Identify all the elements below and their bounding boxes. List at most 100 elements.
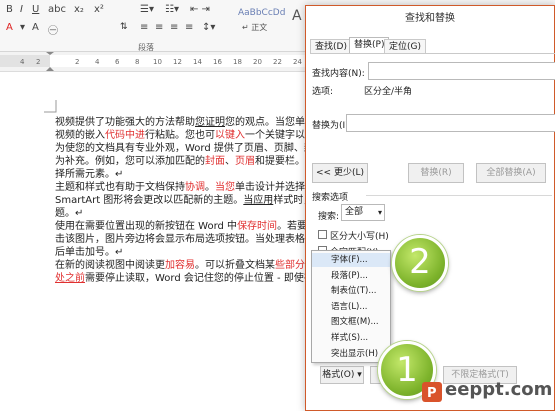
format-menu-item[interactable]: 段落(P)...	[312, 269, 390, 283]
bold-icon[interactable]: B	[6, 4, 13, 15]
style-normal[interactable]: AaBbCcDd ↵ 正文	[236, 4, 286, 34]
find-label: 查找内容(N):	[312, 69, 365, 79]
text-run: 保存时间	[237, 221, 278, 232]
format-menu-item[interactable]: 样式(S)...	[312, 331, 390, 345]
search-direction-value: 全部	[345, 207, 364, 217]
svg-text:4: 4	[95, 58, 100, 66]
document-line: 视频的嵌入代码中进行粘贴。您也可以键入一个关键字以联机	[55, 129, 325, 142]
text-run: 代码中进	[105, 130, 145, 141]
text-run: 您证明	[195, 117, 225, 128]
powerpoint-p-icon: P	[422, 382, 442, 402]
svg-text:2: 2	[36, 58, 40, 66]
margin-corner-mark	[44, 100, 57, 113]
options-label: 选项:	[312, 87, 334, 97]
format-button[interactable]: 格式(O) ▾	[320, 366, 364, 384]
text-run: 以键入	[215, 130, 245, 141]
svg-text:10: 10	[153, 58, 162, 66]
text-run: 加容易	[165, 260, 195, 271]
char-shading-icon[interactable]: A	[32, 22, 39, 33]
text-run: 使用在需要位置出现的新按钮在 Word 中	[55, 221, 238, 232]
options-value: 区分全/半角	[364, 87, 413, 97]
document-line: SmartArt 图形将会更改以匹配新的主题。当应用样式时，您的	[55, 194, 333, 207]
match-case-checkbox[interactable]	[318, 230, 327, 239]
text-run: 页眉	[235, 156, 255, 167]
document-line: 视频提供了功能强大的方法帮助您证明您的观点。当您单击联	[55, 116, 325, 129]
align-center-icon[interactable]: ≡	[155, 22, 163, 33]
document-line: 击该图片，图片旁边将会显示布局选项按钮。当处理表格时，	[55, 233, 325, 246]
text-run: 需要停止读取，Word 会记住您的停止位置 - 即使在另	[85, 273, 324, 284]
document-line: 处之前需要停止读取，Word 会记住您的停止位置 - 即使在另	[55, 272, 324, 285]
svg-text:12: 12	[173, 58, 182, 66]
replace-all-button[interactable]: 全部替换(A)	[476, 163, 546, 183]
tab-goto[interactable]: 定位(G)	[384, 39, 426, 54]
find-input[interactable]	[368, 62, 555, 80]
text-run: 题。↵	[55, 208, 84, 219]
search-direction-select[interactable]: 全部 ▾	[341, 204, 385, 221]
text-run: 视频提供了功能强大的方法帮助	[55, 117, 195, 128]
superscript-icon[interactable]: x²	[94, 4, 104, 15]
font-color-icon[interactable]: A	[6, 22, 13, 33]
document-line: 题。↵	[55, 207, 83, 220]
text-run: 、	[225, 156, 235, 167]
justify-icon[interactable]: ≡	[185, 22, 193, 33]
format-menu-item[interactable]: 语言(L)...	[312, 300, 390, 314]
tab-divider	[310, 53, 555, 54]
italic-icon[interactable]: I	[20, 4, 23, 15]
underline-icon[interactable]: U	[32, 4, 39, 15]
text-run: 协调	[185, 182, 205, 193]
numbering-icon[interactable]: ☷▾	[165, 4, 179, 15]
svg-text:18: 18	[233, 58, 242, 66]
watermark-text: eeppt.com	[445, 379, 553, 400]
style-normal-name: ↵ 正文	[242, 23, 268, 32]
document-line: 择所需元素。↵	[55, 168, 123, 181]
svg-text:16: 16	[213, 58, 222, 66]
enclose-char-icon[interactable]: ㊀	[48, 22, 58, 37]
text-run: SmartArt 图形将会更改以匹配新的主题。	[55, 195, 244, 206]
tab-find[interactable]: 查找(D)	[310, 39, 352, 54]
align-right-icon[interactable]: ≡	[170, 22, 178, 33]
format-menu-item[interactable]: 字体(F)...	[312, 253, 390, 267]
text-run: 当应用	[243, 195, 274, 206]
format-menu-item[interactable]: 图文框(M)...	[312, 315, 390, 329]
svg-text:6: 6	[115, 58, 120, 66]
watermark: P eeppt.com	[421, 377, 552, 407]
less-button[interactable]: << 更少(L)	[312, 163, 368, 183]
svg-text:4: 4	[20, 58, 25, 66]
indent-icon[interactable]: ⇤ ⇥	[190, 4, 210, 15]
search-label: 搜索:	[318, 212, 340, 222]
align-left-icon[interactable]: ≡	[140, 22, 148, 33]
text-effects-icon[interactable]: ▾	[20, 22, 25, 33]
search-options-divider	[366, 195, 552, 196]
document-line: 主题和样式也有助于文档保持协调。当您单击设计并选择	[55, 181, 305, 194]
format-menu: 字体(F)... 段落(P)... 制表位(T)... 语言(L)... 图文框(M).…	[311, 250, 391, 363]
text-run: 。	[205, 182, 215, 193]
text-run: 处之前	[55, 273, 85, 284]
text-run: 择所需元素。↵	[55, 169, 124, 180]
chevron-down-icon: ▾	[377, 208, 382, 217]
text-run: 击该图片，图片旁边将会显示布局选项按钮。当处理表格时，	[55, 234, 325, 245]
match-case-label: 区分大小写(H)	[330, 232, 389, 242]
svg-text:8: 8	[135, 58, 139, 66]
format-menu-item[interactable]: 突出显示(H)	[312, 347, 390, 361]
subscript-icon[interactable]: x₂	[74, 4, 84, 15]
text-run: 在新的阅读视图中阅读更	[55, 260, 165, 271]
style-normal-preview: AaBbCcDd	[238, 8, 286, 18]
replace-input[interactable]	[346, 114, 555, 132]
text-run: 。可以折叠文档某	[195, 260, 275, 271]
text-run: 封面	[205, 156, 225, 167]
sort-icon[interactable]: ⇅	[120, 22, 128, 32]
replace-button[interactable]: 替换(R)	[408, 163, 464, 183]
svg-text:20: 20	[253, 58, 262, 66]
strikethrough-icon[interactable]: abc	[48, 4, 66, 15]
text-run: 后单击加号。↵	[55, 247, 124, 258]
text-run: 单击设计并选择	[235, 182, 305, 193]
document-line: 为补充。例如，您可以添加匹配的封面、页眉和提要栏。单击	[55, 155, 325, 168]
document-line: 使用在需要位置出现的新按钮在 Word 中保存时间。若要更改	[55, 220, 327, 233]
line-spacing-icon[interactable]: ↕▾	[202, 22, 215, 33]
svg-text:P: P	[427, 386, 437, 401]
svg-text:2: 2	[75, 58, 79, 66]
bullets-icon[interactable]: ☰▾	[140, 4, 154, 15]
format-menu-item[interactable]: 制表位(T)...	[312, 284, 390, 298]
search-options-label: 搜索选项	[312, 193, 349, 203]
document-line: 为使您的文档具有专业外观，Word 提供了页眉、页脚、封面和	[55, 142, 334, 155]
